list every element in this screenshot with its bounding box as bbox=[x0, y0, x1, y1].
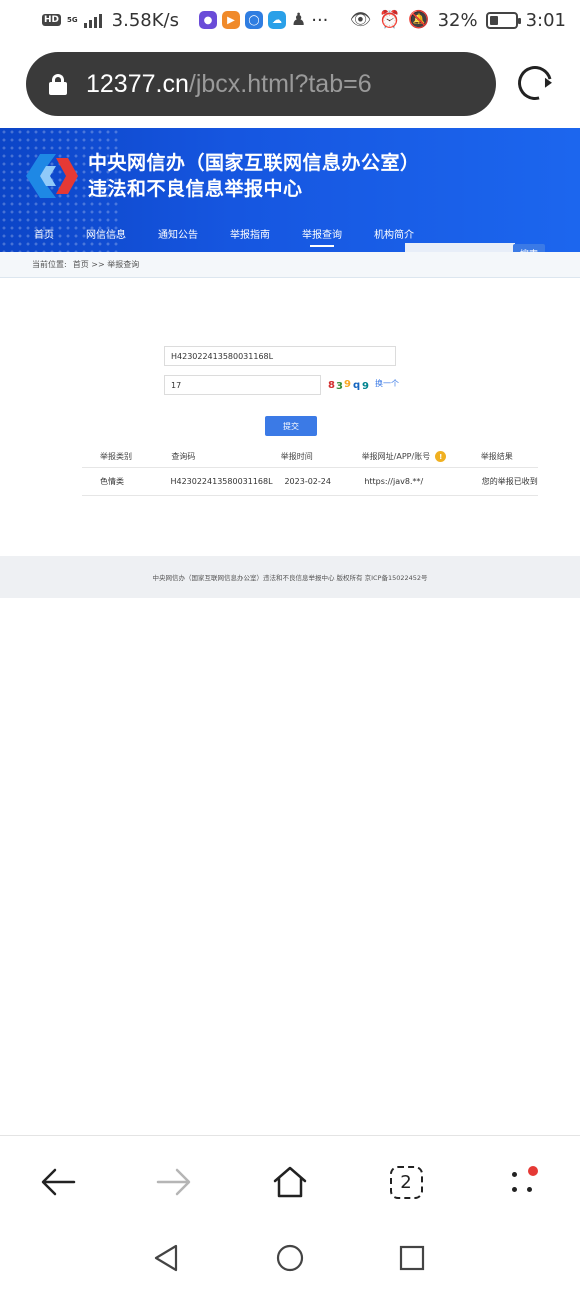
arrow-left-icon bbox=[41, 1168, 76, 1196]
network-speed: 3.58K/s bbox=[111, 9, 179, 31]
cell-reported-target: https://jav8.**/ bbox=[364, 477, 424, 486]
nav-back-icon[interactable] bbox=[152, 1243, 180, 1273]
nav-item-home[interactable]: 首页 bbox=[34, 226, 54, 247]
battery-icon bbox=[485, 11, 521, 29]
app-notification-icon: ● bbox=[198, 11, 217, 29]
site-title: 中央网信办（国家互联网信息办公室） 违法和不良信息举报中心 bbox=[88, 152, 420, 200]
home-icon bbox=[273, 1166, 307, 1198]
home-button[interactable] bbox=[270, 1162, 310, 1202]
nav-item-cyber-info[interactable]: 网信信息 bbox=[86, 226, 126, 247]
video-app-icon: ▶ bbox=[221, 11, 240, 29]
back-button[interactable] bbox=[38, 1162, 78, 1202]
report-code-input[interactable]: H42302241358003116­8L bbox=[164, 346, 396, 366]
menu-dots-icon bbox=[508, 1166, 538, 1196]
site-logo[interactable] bbox=[26, 154, 78, 198]
notification-dot bbox=[528, 1166, 538, 1176]
column-header-query-code: 查询码 bbox=[171, 452, 196, 461]
tabs-button[interactable]: 2 bbox=[386, 1162, 426, 1202]
address-bar[interactable]: 12377.cn/jbcx.html?tab=6 bbox=[26, 52, 496, 116]
cell-query-code: H42302241358003116­8L bbox=[170, 477, 273, 486]
site-header: 中央网信办（国家互联网信息办公室） 违法和不良信息举报中心 首页 网信信息 通知… bbox=[0, 128, 580, 252]
svg-text:q: q bbox=[353, 380, 361, 391]
table-header-row: 举报类别 查询码 举报时间 举报网址/APP/账号! 举报结果 bbox=[82, 446, 538, 468]
nav-item-notices[interactable]: 通知公告 bbox=[158, 226, 198, 247]
column-header-reported-target: 举报网址/APP/账号! bbox=[344, 451, 461, 462]
signal-icon bbox=[83, 12, 102, 28]
captcha-image[interactable]: 8 3 9 q 9 bbox=[327, 377, 371, 391]
nav-item-report-guide[interactable]: 举报指南 bbox=[230, 226, 270, 247]
captcha-graphic: 8 3 9 q 9 bbox=[328, 379, 370, 391]
forward-button[interactable] bbox=[154, 1162, 194, 1202]
alarm-icon: ⏰ bbox=[379, 10, 401, 30]
info-icon[interactable]: ! bbox=[435, 451, 447, 462]
url-text[interactable]: 12377.cn/jbcx.html?tab=6 bbox=[86, 70, 372, 99]
battery-percent: 32% bbox=[437, 9, 478, 31]
svg-text:9: 9 bbox=[362, 381, 370, 391]
captcha-input[interactable]: 17 bbox=[164, 375, 321, 395]
column-header-category: 举报类别 bbox=[100, 452, 132, 461]
result-table: 举报类别 查询码 举报时间 举报网址/APP/账号! 举报结果 色情类 H423… bbox=[82, 446, 538, 496]
submit-button[interactable]: 提交 bbox=[265, 416, 317, 436]
menu-button[interactable] bbox=[502, 1162, 542, 1202]
notification-icons: ● ▶ ◯ ☁ ♟ ··· bbox=[198, 9, 329, 31]
breadcrumb-label: 当前位置: bbox=[32, 260, 67, 269]
status-bar: HD 5G 3.58K/s ● ▶ ◯ ☁ ♟ ··· 👁 ⏰ 🔕 32% 3:… bbox=[0, 0, 580, 40]
captcha-refresh-link[interactable]: 换一个 bbox=[375, 378, 399, 389]
nav-home-icon[interactable] bbox=[275, 1243, 305, 1273]
svg-text:8: 8 bbox=[328, 380, 336, 391]
weather-app-icon: ☁ bbox=[267, 11, 286, 29]
mute-icon: 🔕 bbox=[408, 10, 430, 30]
search-input[interactable] bbox=[405, 243, 515, 252]
hd-badge: HD bbox=[42, 14, 62, 26]
main-nav: 首页 网信信息 通知公告 举报指南 举报查询 机构简介 bbox=[34, 226, 446, 247]
site-footer: 中央网信办（国家互联网信息办公室）违法和不良信息举报中心 版权所有 京ICP备1… bbox=[0, 556, 580, 598]
reload-icon[interactable] bbox=[511, 59, 559, 107]
nav-item-report-query[interactable]: 举报查询 bbox=[302, 226, 342, 247]
breadcrumb: 当前位置: 首页 >> 举报查询 bbox=[0, 252, 580, 278]
qq-icon: ♟ bbox=[290, 10, 307, 30]
bulb-app-icon: ◯ bbox=[244, 11, 263, 29]
column-header-result: 举报结果 bbox=[480, 452, 513, 461]
browser-toolbar: 2 bbox=[0, 1135, 580, 1227]
more-notifications: ··· bbox=[311, 9, 329, 31]
cell-report-time: 2023-02-24 bbox=[284, 477, 331, 486]
svg-text:9: 9 bbox=[344, 379, 352, 390]
column-header-report-time: 举报时间 bbox=[280, 452, 313, 461]
clock: 3:01 bbox=[525, 9, 566, 31]
lock-icon bbox=[48, 74, 68, 95]
table-row: 色情类 H42302241358003116­8L 2023-02-24 htt… bbox=[82, 468, 538, 496]
android-nav-bar bbox=[0, 1227, 580, 1289]
copyright-text: 中央网信办（国家互联网信息办公室）违法和不良信息举报中心 版权所有 京ICP备1… bbox=[152, 574, 428, 582]
cell-category: 色情类 bbox=[100, 477, 124, 486]
breadcrumb-path[interactable]: 首页 >> 举报查询 bbox=[73, 259, 140, 270]
arrow-right-icon bbox=[156, 1168, 191, 1196]
nav-recents-icon[interactable] bbox=[398, 1244, 426, 1272]
cell-result: 您的举报已收到 bbox=[481, 477, 538, 486]
network-type: 5G bbox=[67, 15, 78, 24]
tab-count: 2 bbox=[389, 1165, 423, 1199]
eye-icon: 👁 bbox=[349, 10, 372, 30]
svg-text:3: 3 bbox=[336, 381, 344, 391]
